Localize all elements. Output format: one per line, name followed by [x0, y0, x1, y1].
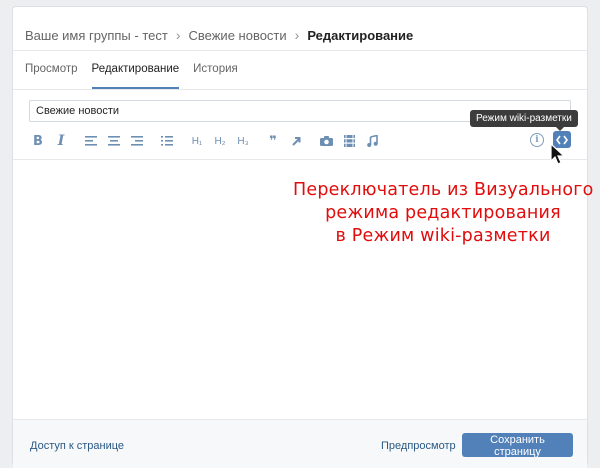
bold-icon: B	[33, 133, 43, 149]
preview-link[interactable]: Предпросмотр	[381, 440, 456, 452]
tab-edit[interactable]: Редактирование	[91, 60, 180, 89]
align-center-icon	[108, 136, 120, 146]
align-center-button[interactable]	[107, 133, 121, 149]
audio-button[interactable]	[365, 133, 379, 149]
film-icon	[343, 135, 355, 147]
heading2-icon: H₂	[214, 135, 226, 147]
bold-button[interactable]: B	[31, 133, 45, 149]
breadcrumb: Ваше имя группы - тест › Свежие новости …	[25, 25, 413, 45]
photo-button[interactable]	[319, 133, 333, 149]
mouse-pointer-icon	[550, 143, 566, 165]
quote-icon: ❞	[269, 133, 277, 148]
wiki-mode-tooltip: Режим wiki-разметки	[470, 110, 578, 131]
tab-view[interactable]: Просмотр	[25, 60, 78, 89]
italic-icon: I	[57, 133, 65, 149]
link-arrow-icon	[292, 137, 301, 146]
bullet-list-icon	[161, 136, 173, 146]
divider	[13, 89, 587, 90]
tab-bar: Просмотр Редактирование История	[25, 60, 252, 90]
divider	[13, 50, 587, 51]
annotation-line-2: режима редактирования	[325, 203, 561, 223]
breadcrumb-section-link[interactable]: Свежие новости	[189, 28, 287, 43]
breadcrumb-group-link[interactable]: Ваше имя группы - тест	[25, 28, 168, 43]
annotation-line-1: Переключатель из Визуального	[293, 180, 594, 200]
heading2-button[interactable]: H₂	[213, 133, 227, 149]
chevron-right-icon: ›	[294, 27, 300, 43]
page-access-link[interactable]: Доступ к странице	[30, 440, 124, 452]
heading3-icon: H₃	[237, 135, 249, 147]
editor-footer: Доступ к странице Предпросмотр Сохранить…	[13, 419, 587, 468]
breadcrumb-current: Редактирование	[307, 27, 414, 43]
chevron-right-icon: ›	[175, 27, 181, 43]
align-right-button[interactable]	[130, 133, 144, 149]
quote-button[interactable]: ❞	[266, 133, 280, 149]
heading3-button[interactable]: H₃	[236, 133, 250, 149]
heading1-button[interactable]: H₁	[190, 133, 204, 149]
align-right-icon	[131, 136, 143, 146]
align-left-button[interactable]	[84, 133, 98, 149]
annotation-line-3: в Режим wiki-разметки	[335, 226, 551, 246]
page-editor-card: Ваше имя группы - тест › Свежие новости …	[12, 6, 593, 468]
bullet-list-button[interactable]	[160, 133, 174, 149]
info-icon[interactable]: i	[530, 133, 544, 147]
divider	[13, 159, 587, 160]
editor-toolbar: B I H₁ H₂ H₃ ❞	[31, 132, 388, 150]
link-button[interactable]	[289, 133, 303, 149]
music-note-icon	[366, 135, 378, 147]
camera-icon	[319, 136, 333, 146]
save-page-button[interactable]: Сохранить страницу	[462, 433, 573, 458]
tab-history[interactable]: История	[193, 60, 238, 89]
align-left-icon	[85, 136, 97, 146]
annotation-text: Переключатель из Визуального режима реда…	[293, 179, 593, 248]
italic-button[interactable]: I	[54, 133, 68, 149]
video-button[interactable]	[342, 133, 356, 149]
heading1-icon: H₁	[191, 135, 203, 147]
